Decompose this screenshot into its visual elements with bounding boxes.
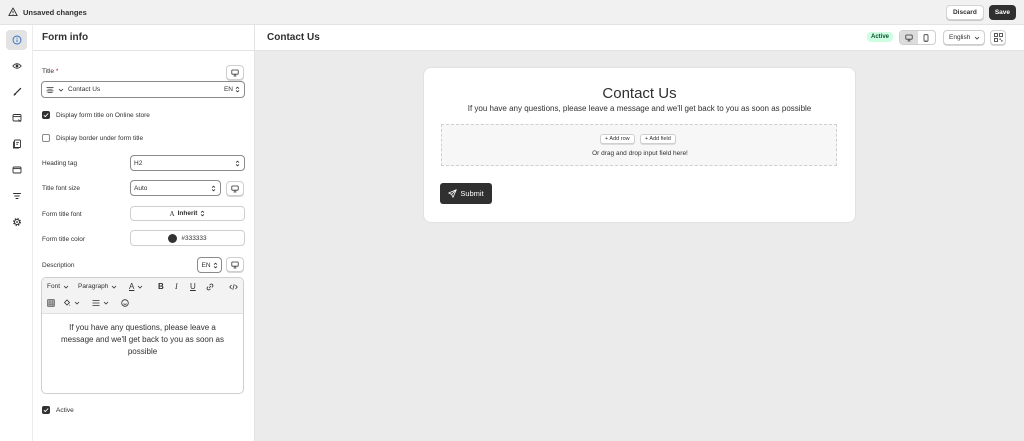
device-toggle — [899, 30, 936, 45]
active-label: Active — [56, 407, 74, 414]
fill-color-icon[interactable] — [63, 299, 80, 307]
text-color-icon[interactable]: A — [129, 282, 143, 291]
font-dropdown[interactable]: Font — [47, 283, 69, 290]
description-device-button[interactable] — [226, 257, 244, 272]
preview-form-title: Contact Us — [602, 85, 677, 102]
chevron-up-down-icon — [213, 262, 218, 269]
preview-form-description: If you have any questions, please leave … — [467, 104, 812, 113]
rail-mail-icon[interactable] — [6, 160, 27, 180]
form-title-color-picker[interactable]: #333333 — [130, 230, 245, 246]
submit-button[interactable]: Submit — [440, 183, 492, 204]
underline-icon[interactable]: U — [190, 282, 196, 291]
description-editor[interactable]: Font Paragraph A B I U If you have any q… — [41, 277, 244, 394]
rail-filter-icon[interactable] — [6, 186, 27, 206]
font-icon: A — [169, 209, 175, 218]
add-row-button[interactable]: + Add row — [600, 134, 635, 144]
form-settings-sidebar: Form info Title * Contact Us EN Display … — [33, 25, 255, 441]
display-border-label: Display border under form title — [56, 135, 144, 142]
bold-icon[interactable]: B — [158, 282, 164, 291]
form-title-font-value: Inherit — [177, 210, 198, 217]
heading-tag-label: Heading tag — [42, 160, 78, 167]
qr-code-button[interactable] — [990, 30, 1006, 45]
italic-icon[interactable]: I — [175, 282, 178, 291]
description-lang-value: EN — [201, 261, 211, 269]
title-font-size-value: Auto — [134, 184, 148, 192]
description-editor-text[interactable]: If you have any questions, please leave … — [42, 322, 243, 358]
chevron-up-down-icon — [235, 86, 240, 93]
title-label: Title * — [42, 68, 59, 75]
drop-hint: Or drag and drop input field here! — [592, 150, 688, 157]
title-font-size-select[interactable]: Auto — [130, 180, 221, 196]
title-lang-label: EN — [223, 86, 233, 93]
send-icon — [448, 189, 458, 198]
heading-tag-select[interactable]: H2 — [130, 155, 245, 171]
editor-toolbar: Font Paragraph A B I U — [42, 278, 243, 314]
rail-eye-icon[interactable] — [6, 56, 27, 76]
unsaved-changes-bar: Unsaved changes Discard Save — [0, 0, 1024, 25]
form-preview-card: Contact Us If you have any questions, pl… — [424, 68, 855, 222]
display-title-label: Display form title on Online store — [56, 112, 150, 119]
save-button[interactable]: Save — [988, 4, 1016, 20]
code-icon[interactable] — [229, 283, 238, 291]
chevron-down-icon — [58, 87, 64, 93]
mobile-icon[interactable] — [918, 31, 936, 44]
link-icon[interactable] — [206, 283, 214, 291]
warning-icon — [8, 7, 18, 17]
chevron-up-down-icon — [235, 160, 240, 167]
preview-area: Contact Us Active English Contact Us If … — [255, 25, 1024, 441]
language-select[interactable]: English — [943, 30, 985, 45]
title-font-size-label: Title font size — [42, 185, 81, 192]
chevron-down-icon — [974, 35, 980, 41]
drop-zone[interactable]: + Add row + Add field Or drag and drop i… — [441, 124, 837, 166]
description-label: Description — [42, 262, 75, 269]
icon-rail — [0, 25, 33, 441]
title-device-button[interactable] — [226, 65, 244, 80]
rail-settings-icon[interactable] — [6, 212, 27, 232]
align-icon[interactable] — [92, 299, 109, 307]
form-title-font-label: Form title font — [42, 211, 82, 218]
display-border-checkbox[interactable] — [42, 134, 50, 142]
form-title-color-label: Form title color — [42, 236, 85, 243]
add-field-button[interactable]: + Add field — [640, 134, 676, 144]
page-title: Contact Us — [267, 32, 320, 43]
status-badge: Active — [867, 32, 894, 42]
heading-tag-value: H2 — [134, 159, 143, 167]
form-title-color-value: #333333 — [181, 234, 207, 242]
rail-layout-icon[interactable] — [6, 108, 27, 128]
desktop-icon[interactable] — [900, 31, 918, 44]
rail-page-icon[interactable] — [6, 134, 27, 154]
language-value: English — [949, 34, 971, 41]
unsaved-changes-title: Unsaved changes — [23, 7, 87, 17]
submit-label: Submit — [460, 189, 484, 198]
chevron-up-down-icon — [211, 185, 216, 192]
paragraph-dropdown[interactable]: Paragraph — [78, 283, 117, 290]
title-input-value: Contact Us — [68, 86, 101, 93]
discard-button[interactable]: Discard — [945, 4, 984, 20]
rail-brush-icon[interactable] — [6, 82, 27, 102]
emoji-icon[interactable] — [121, 299, 129, 307]
form-title-font-picker[interactable]: A Inherit — [130, 206, 245, 221]
font-size-device-button[interactable] — [226, 181, 244, 196]
active-checkbox[interactable] — [42, 406, 50, 414]
sidebar-title: Form info — [33, 25, 254, 51]
title-input[interactable]: Contact Us EN — [41, 81, 245, 98]
color-swatch — [168, 233, 178, 243]
display-title-checkbox[interactable] — [42, 111, 50, 119]
text-format-icon — [46, 86, 54, 94]
description-lang-select[interactable]: EN — [197, 257, 222, 273]
rail-info-icon[interactable] — [6, 30, 27, 50]
table-icon[interactable] — [47, 299, 55, 307]
chevron-up-down-icon — [200, 210, 205, 217]
